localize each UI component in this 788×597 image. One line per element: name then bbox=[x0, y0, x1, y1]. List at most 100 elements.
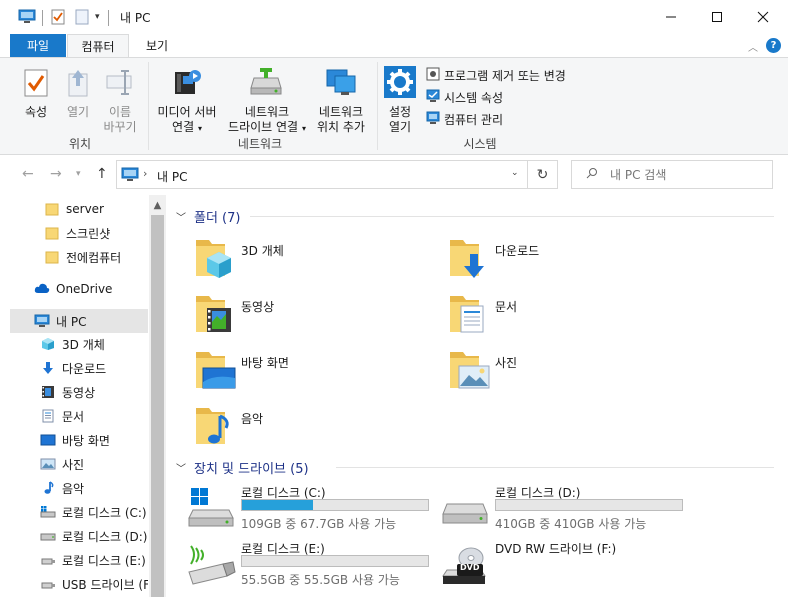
usb-icon bbox=[40, 552, 56, 568]
computer-management-icon bbox=[426, 111, 440, 128]
computer-management-button[interactable]: 컴퓨터 관리 bbox=[426, 110, 503, 128]
breadcrumb-current[interactable]: 내 PC bbox=[157, 168, 187, 185]
folder-icon bbox=[44, 225, 60, 241]
new-folder-icon[interactable] bbox=[75, 9, 89, 28]
folder-music-icon bbox=[195, 404, 235, 451]
nav-item-pictures[interactable]: 사진 bbox=[10, 452, 148, 476]
folder-icon bbox=[44, 249, 60, 265]
uninstall-icon bbox=[426, 67, 440, 84]
nav-item-downloads[interactable]: 다운로드 bbox=[10, 356, 148, 380]
ribbon-collapse-icon[interactable]: ︿ bbox=[748, 39, 758, 54]
folder-videos[interactable]: 동영상 bbox=[195, 292, 435, 340]
devices-section-header[interactable]: ﹀ 장치 및 드라이브 (5) bbox=[176, 457, 309, 477]
usb-drive-icon bbox=[187, 542, 237, 589]
group-label-system: 시스템 bbox=[463, 137, 497, 151]
window-title: 내 PC bbox=[120, 11, 151, 25]
folders-section-header[interactable]: ﹀ 폴더 (7) bbox=[176, 206, 240, 226]
system-properties-icon bbox=[426, 89, 440, 106]
minimize-button[interactable] bbox=[648, 0, 694, 34]
drive-f-dvd[interactable]: DVD DVD RW 드라이브 (F:) bbox=[441, 540, 691, 590]
scroll-up-icon[interactable]: ▲ bbox=[149, 197, 166, 214]
cube-icon bbox=[40, 336, 56, 352]
media-server-button[interactable]: 미디어 서버 연결 ▾ bbox=[152, 66, 222, 136]
folder-3d-objects-icon bbox=[195, 236, 235, 283]
add-network-location-button[interactable]: 네트워크 위치 추가 bbox=[310, 66, 372, 135]
tab-computer[interactable]: 컴퓨터 bbox=[67, 34, 129, 58]
ribbon: 속성 열기 이름 바꾸기 위치 미디어 서버 연결 ▾ 네트워크 드라이브 연결… bbox=[0, 57, 788, 155]
tab-file[interactable]: 파일 bbox=[10, 34, 66, 57]
rename-button[interactable]: 이름 바꾸기 bbox=[100, 68, 140, 135]
folder-icon bbox=[44, 201, 60, 217]
search-input[interactable]: 내 PC 검색 bbox=[571, 160, 773, 189]
close-button[interactable] bbox=[740, 0, 786, 34]
folder-desktop[interactable]: 바탕 화면 bbox=[195, 348, 435, 396]
back-arrow-icon[interactable]: ← bbox=[22, 166, 34, 182]
folder-pictures[interactable]: 사진 bbox=[449, 348, 689, 396]
settings-gear-icon bbox=[382, 66, 418, 102]
address-bar[interactable]: › 내 PC ⌄ bbox=[116, 160, 528, 189]
nav-item-old-computer[interactable]: 전에컴퓨터 bbox=[10, 245, 148, 269]
title-bar: ▾ 내 PC bbox=[0, 0, 788, 34]
music-icon bbox=[40, 480, 56, 496]
refresh-icon: ↻ bbox=[536, 166, 549, 183]
cloud-icon bbox=[34, 281, 50, 297]
address-dropdown-icon[interactable]: ⌄ bbox=[511, 168, 519, 178]
dvd-logo-text: DVD bbox=[460, 563, 480, 572]
quick-access-dropdown-icon[interactable]: ▾ bbox=[95, 12, 100, 22]
uninstall-program-button[interactable]: 프로그램 제거 또는 변경 bbox=[426, 66, 566, 84]
drive-d[interactable]: 로컬 디스크 (D:) 410GB 중 410GB 사용 가능 bbox=[441, 484, 691, 534]
nav-item-server[interactable]: server bbox=[10, 197, 148, 221]
nav-item-3d-objects[interactable]: 3D 개체 bbox=[10, 332, 148, 356]
pc-icon[interactable] bbox=[18, 9, 36, 28]
drive-c-usage-bar bbox=[241, 499, 429, 511]
drive-c[interactable]: 로컬 디스크 (C:) 109GB 중 67.7GB 사용 가능 bbox=[187, 484, 437, 534]
folder-downloads-icon bbox=[449, 236, 489, 283]
nav-item-videos[interactable]: 동영상 bbox=[10, 380, 148, 404]
nav-item-documents[interactable]: 문서 bbox=[10, 404, 148, 428]
open-arrow-icon bbox=[60, 68, 96, 102]
forward-arrow-icon[interactable]: → bbox=[50, 166, 62, 182]
nav-item-screenshots[interactable]: 스크린샷 bbox=[10, 221, 148, 245]
nav-scroll-thumb[interactable] bbox=[151, 215, 164, 597]
folder-videos-icon bbox=[195, 292, 235, 339]
drive-c-icon bbox=[187, 486, 235, 531]
chevron-down-icon: ﹀ bbox=[176, 463, 186, 475]
drive-d-icon bbox=[441, 486, 489, 531]
refresh-button[interactable]: ↻ bbox=[528, 160, 558, 189]
search-icon bbox=[586, 167, 598, 182]
nav-item-onedrive[interactable]: OneDrive bbox=[10, 277, 148, 301]
folder-3d-objects[interactable]: 3D 개체 bbox=[195, 236, 435, 284]
folder-documents[interactable]: 문서 bbox=[449, 292, 689, 340]
properties-icon bbox=[18, 68, 54, 102]
folder-downloads[interactable]: 다운로드 bbox=[449, 236, 689, 284]
up-arrow-icon[interactable]: ↑ bbox=[96, 166, 108, 182]
drive-c-usage-fill bbox=[242, 500, 313, 510]
nav-item-usb-f[interactable]: USB 드라이브 (F:) bbox=[10, 572, 148, 596]
chevron-down-icon: ﹀ bbox=[176, 212, 186, 224]
rename-icon bbox=[100, 68, 140, 102]
drive-d-usage-bar bbox=[495, 499, 683, 511]
nav-item-music[interactable]: 음악 bbox=[10, 476, 148, 500]
document-icon bbox=[40, 408, 56, 424]
folder-music[interactable]: 음악 bbox=[195, 404, 435, 452]
nav-item-drive-c[interactable]: 로컬 디스크 (C:) bbox=[10, 500, 148, 524]
drive-e[interactable]: 로컬 디스크 (E:) 55.5GB 중 55.5GB 사용 가능 bbox=[187, 540, 437, 590]
drive-c-icon bbox=[40, 504, 56, 520]
breadcrumb-chevron-icon[interactable]: › bbox=[143, 167, 147, 180]
video-icon bbox=[40, 384, 56, 400]
map-network-drive-button[interactable]: 네트워크 드라이브 연결 ▾ bbox=[222, 66, 312, 136]
open-settings-button[interactable]: 설정 열기 bbox=[382, 66, 418, 135]
nav-item-drive-e[interactable]: 로컬 디스크 (E:) bbox=[10, 548, 148, 572]
nav-item-this-pc[interactable]: 내 PC bbox=[10, 309, 148, 333]
open-button[interactable]: 열기 bbox=[60, 68, 96, 120]
properties-check-icon[interactable] bbox=[51, 9, 65, 28]
recent-locations-icon[interactable]: ▾ bbox=[76, 169, 81, 179]
properties-button[interactable]: 속성 bbox=[18, 68, 54, 120]
maximize-button[interactable] bbox=[694, 0, 740, 34]
nav-item-drive-d[interactable]: 로컬 디스크 (D:) bbox=[10, 524, 148, 548]
tab-view[interactable]: 보기 bbox=[132, 34, 182, 57]
folder-documents-icon bbox=[449, 292, 489, 339]
system-properties-button[interactable]: 시스템 속성 bbox=[426, 88, 503, 106]
nav-item-desktop[interactable]: 바탕 화면 bbox=[10, 428, 148, 452]
help-icon[interactable]: ? bbox=[766, 38, 781, 53]
